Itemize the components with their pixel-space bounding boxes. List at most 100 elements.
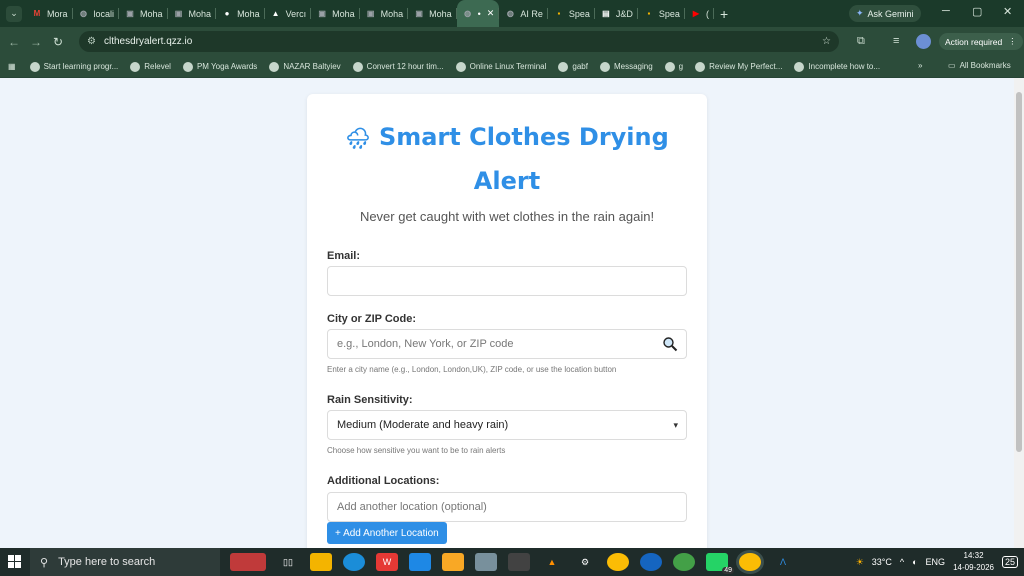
chevron-up-icon[interactable]: ^ — [900, 557, 904, 567]
app-icon[interactable] — [409, 553, 431, 571]
browser-tab[interactable]: ▪ Spea — [638, 0, 685, 27]
tab-favicon-icon: ▣ — [126, 9, 134, 18]
address-bar[interactable]: ⚙ clthesdryalert.qzz.io ☆ — [79, 31, 839, 52]
app-icon[interactable] — [475, 553, 497, 571]
additional-location-input[interactable]: Add another location (optional) — [327, 492, 687, 522]
bookmark-item[interactable]: Start learning progr... — [29, 61, 119, 72]
more-bookmarks-icon[interactable]: » — [918, 61, 922, 70]
minimize-button[interactable]: ─ — [942, 5, 950, 17]
task-view-icon[interactable]: ▯▯ — [277, 553, 299, 571]
bookmark-item[interactable]: Convert 12 hour tim... — [352, 61, 444, 72]
settings-gear-icon[interactable]: ⚙ — [574, 553, 596, 571]
bookmark-item[interactable]: Review My Perfect... — [695, 61, 782, 72]
language-indicator[interactable]: ENG — [926, 557, 946, 567]
bookmark-item[interactable]: Messaging — [599, 61, 653, 72]
tab-favicon-icon: ▣ — [174, 9, 183, 18]
sensitivity-select[interactable]: Medium (Moderate and heavy rain) ▾ — [327, 410, 687, 440]
search-icon: ⚲ — [40, 556, 49, 569]
media-icon[interactable]: ≡ — [893, 35, 899, 47]
reload-icon[interactable]: ↻ — [47, 35, 69, 49]
browser-tab[interactable]: ▣ Moha — [311, 0, 360, 27]
profile-avatar[interactable] — [916, 34, 931, 49]
bookmark-star-icon[interactable]: ☆ — [822, 36, 831, 47]
vlc-icon[interactable]: ▲ — [541, 553, 563, 571]
weather-icon[interactable]: ☀ — [856, 557, 864, 568]
browser-tab[interactable]: ▣ Moha — [408, 0, 457, 27]
file-explorer-icon[interactable] — [442, 553, 464, 571]
bookmark-label: g — [678, 62, 684, 71]
browser-tab[interactable]: ◍ locali — [73, 0, 120, 27]
wps-office-icon[interactable]: W — [376, 553, 398, 571]
bookmark-item[interactable]: Online Linux Terminal — [455, 61, 546, 72]
city-input[interactable]: e.g., London, New York, or ZIP code — [327, 329, 687, 359]
tab-label: ( — [705, 8, 709, 19]
bookmark-item[interactable]: Incomplete how to... — [794, 61, 880, 72]
chrome-profile-icon[interactable] — [673, 553, 695, 571]
tab-favicon-icon: ▶ — [692, 9, 700, 18]
bookmark-item[interactable]: PM Yoga Awards — [182, 61, 258, 72]
page-scrollbar[interactable] — [1014, 78, 1024, 548]
bookmark-item[interactable]: NAZAR Baltyiev — [269, 61, 341, 72]
rain-cloud-icon: 🌧 — [345, 126, 371, 150]
page-title-text: Smart Clothes Drying Alert — [378, 123, 669, 195]
browser-tab[interactable]: ● Moha — [216, 0, 265, 27]
browser-tab[interactable]: ▣ Moha — [119, 0, 168, 27]
tab-label: Spea — [568, 8, 590, 19]
app-icon[interactable]: Λ — [772, 553, 794, 571]
page-viewport: 🌧 Smart Clothes Drying Alert Never get c… — [0, 78, 1014, 548]
whatsapp-icon[interactable]: 49 — [706, 553, 734, 574]
ask-gemini-label: Ask Gemini — [867, 8, 914, 19]
site-info-icon[interactable]: ⚙ — [87, 36, 96, 47]
tab-search-chevron-icon[interactable]: ⌄ — [6, 5, 22, 22]
browser-tab[interactable]: ◍ • ✕ — [456, 0, 500, 27]
taskbar-search[interactable]: ⚲ Type here to search — [30, 548, 220, 576]
city-help-text: Enter a city name (e.g., London, London,… — [327, 365, 617, 374]
bookmark-label: PM Yoga Awards — [196, 62, 258, 71]
close-window-button[interactable]: ✕ — [1003, 5, 1012, 18]
close-tab-icon[interactable]: ✕ — [487, 8, 495, 19]
extensions-icon[interactable]: ⧉ — [857, 35, 865, 48]
edge-icon[interactable] — [343, 553, 365, 571]
bookmark-item[interactable]: gabf — [558, 61, 588, 72]
temperature[interactable]: 33°C — [872, 557, 892, 567]
app-icon[interactable] — [640, 553, 662, 571]
browser-tab[interactable]: ▣ Moha — [168, 0, 217, 27]
apps-grid-icon[interactable]: ▦ — [8, 62, 16, 71]
back-icon[interactable]: ← — [3, 35, 25, 49]
location-search-icon[interactable] — [662, 336, 678, 352]
browser-tab[interactable]: ▤ J&D — [595, 0, 638, 27]
browser-tab[interactable]: ▪ Spea — [548, 0, 595, 27]
chrome-icon[interactable] — [607, 553, 629, 571]
kebab-menu-icon[interactable]: ⋮ — [1008, 36, 1017, 47]
browser-tab[interactable]: ▣ Moha — [360, 0, 409, 27]
terminal-icon[interactable] — [508, 553, 530, 571]
action-required-button[interactable]: Action required ⋮ — [939, 33, 1023, 50]
email-field[interactable] — [327, 266, 687, 296]
action-required-label: Action required — [945, 36, 1003, 47]
tab-favicon-icon: ◍ — [80, 9, 87, 18]
scrollbar-thumb[interactable] — [1016, 92, 1022, 452]
ask-gemini-button[interactable]: ✦ Ask Gemini — [849, 5, 921, 22]
store-icon[interactable] — [310, 553, 332, 571]
browser-tab[interactable]: M Mora — [26, 0, 73, 27]
start-button[interactable] — [0, 555, 30, 569]
tab-favicon-icon: ▲ — [271, 9, 280, 18]
browser-tab[interactable]: ◍ AI Re — [499, 0, 548, 27]
new-tab-button[interactable]: + — [720, 6, 728, 22]
chrome-active-icon[interactable] — [739, 553, 761, 571]
notification-icon[interactable]: 25 — [1001, 556, 1018, 568]
add-location-button[interactable]: + Add Another Location — [327, 522, 447, 544]
tab-favicon-icon: M — [33, 9, 41, 18]
tab-favicon-icon: ▪ — [557, 9, 561, 18]
news-widget-icon[interactable] — [230, 553, 266, 571]
bookmark-item[interactable]: g — [664, 61, 684, 72]
maximize-button[interactable]: ▢ — [972, 5, 982, 18]
browser-tab[interactable]: ▲ Vercı — [265, 0, 312, 27]
forward-icon[interactable]: → — [25, 35, 47, 49]
bookmark-item[interactable]: Relevel — [130, 61, 171, 72]
all-bookmarks-button[interactable]: ▭ All Bookmarks — [948, 61, 1011, 70]
bookmark-label: Start learning progr... — [43, 62, 119, 71]
clock[interactable]: 14:32 14-09-2026 — [953, 550, 994, 574]
network-icon[interactable]: ◐ — [912, 557, 917, 567]
browser-tab[interactable]: ▶( — [685, 0, 714, 27]
